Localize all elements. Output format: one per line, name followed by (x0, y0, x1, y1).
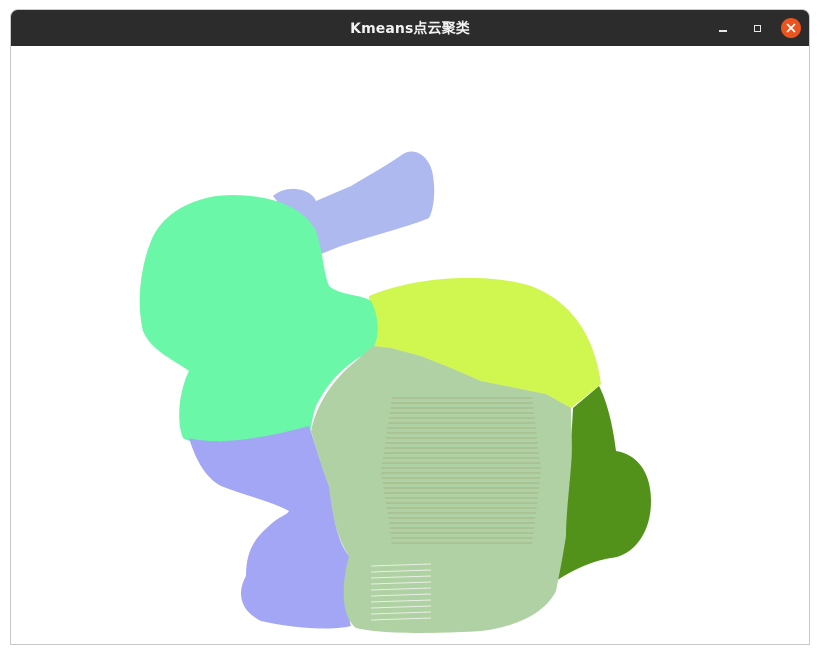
maximize-button[interactable] (747, 18, 767, 38)
point-cloud-viewport[interactable] (11, 46, 809, 644)
minimize-icon (719, 30, 727, 32)
close-button[interactable] (781, 18, 801, 38)
close-icon (786, 23, 796, 33)
window-title: Kmeans点云聚类 (350, 21, 470, 37)
point-cloud-canvas (139, 151, 651, 633)
window-controls (699, 10, 801, 46)
maximize-icon (753, 24, 761, 32)
minimize-button[interactable] (713, 18, 733, 38)
app-window: Kmeans点云聚类 (10, 9, 810, 645)
title-bar[interactable]: Kmeans点云聚类 (11, 10, 809, 46)
